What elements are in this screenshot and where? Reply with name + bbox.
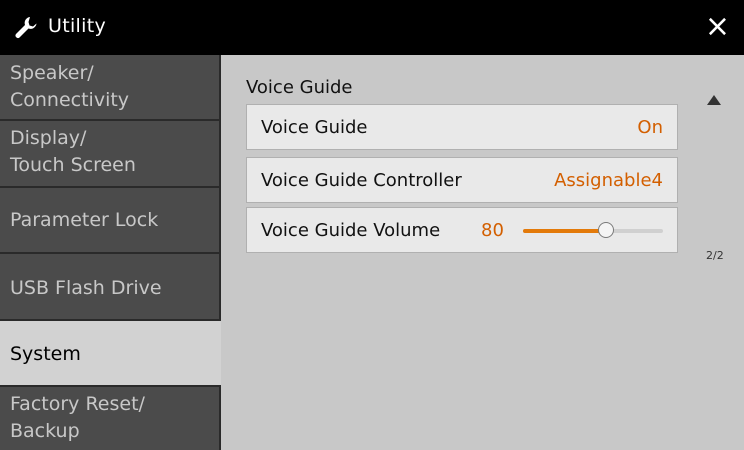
- volume-value: 80: [481, 220, 504, 241]
- sidebar-item-system[interactable]: System: [0, 321, 221, 387]
- title-bar: Utility ×: [0, 0, 744, 55]
- sidebar-item-label: System: [10, 343, 81, 365]
- volume-slider-knob[interactable]: [597, 222, 614, 238]
- row-label: Voice Guide Volume: [261, 220, 441, 241]
- row-value: On: [637, 117, 663, 138]
- wrench-icon: [15, 17, 37, 39]
- sidebar-item-speaker-connectivity[interactable]: Speaker/ Connectivity: [0, 55, 221, 121]
- volume-slider[interactable]: [523, 222, 663, 238]
- sidebar-item-label: Parameter Lock: [10, 209, 159, 231]
- section-title: Voice Guide: [246, 77, 353, 98]
- voice-guide-row[interactable]: Voice Guide On: [246, 104, 678, 150]
- app-title: Utility: [48, 15, 106, 37]
- row-label: Voice Guide Controller: [261, 170, 462, 191]
- close-icon[interactable]: ×: [705, 8, 730, 46]
- row-label: Voice Guide: [261, 117, 368, 138]
- row-value: Assignable4: [554, 170, 663, 191]
- sidebar-item-label: Display/ Touch Screen: [10, 127, 136, 176]
- sidebar-item-label: Factory Reset/ Backup: [10, 393, 145, 442]
- voice-guide-volume-row[interactable]: Voice Guide Volume 80: [246, 207, 678, 253]
- sidebar-item-usb-flash-drive[interactable]: USB Flash Drive: [0, 254, 221, 321]
- sidebar-item-label: USB Flash Drive: [10, 277, 162, 299]
- page-indicator: 2/2: [706, 249, 724, 262]
- volume-slider-fill: [523, 229, 606, 233]
- sidebar-item-parameter-lock[interactable]: Parameter Lock: [0, 188, 221, 254]
- sidebar-item-display-touch-screen[interactable]: Display/ Touch Screen: [0, 121, 221, 188]
- sidebar: Speaker/ Connectivity Display/ Touch Scr…: [0, 55, 221, 450]
- sidebar-item-label: Speaker/ Connectivity: [10, 62, 130, 111]
- voice-guide-controller-row[interactable]: Voice Guide Controller Assignable4: [246, 157, 678, 203]
- scroll-up-icon[interactable]: [707, 95, 721, 105]
- sidebar-item-factory-reset-backup[interactable]: Factory Reset/ Backup: [0, 387, 221, 450]
